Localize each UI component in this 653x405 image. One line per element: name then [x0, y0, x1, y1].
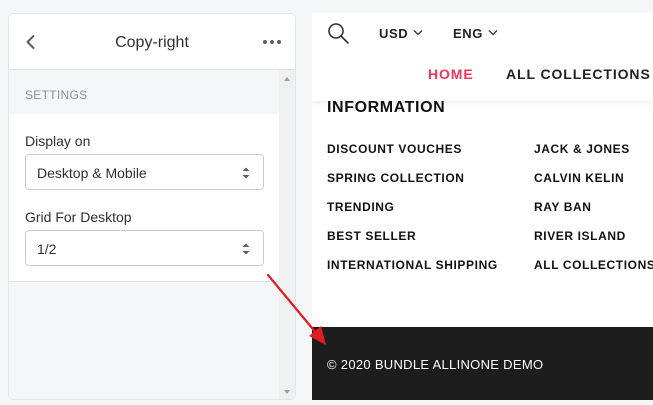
- copyright-bar: © 2020 BUNDLE ALLINONE DEMO: [312, 327, 653, 400]
- panel-header: Copy-right: [9, 14, 295, 70]
- chevron-down-icon: [413, 30, 423, 36]
- section-label: SETTINGS: [25, 88, 88, 102]
- select-arrows-icon: [242, 243, 250, 255]
- ellipsis-icon: [263, 40, 281, 44]
- panel-scrollbar[interactable]: [279, 70, 295, 399]
- display-on-value: Desktop & Mobile: [37, 165, 147, 181]
- grid-desktop-select[interactable]: 1/2: [25, 230, 264, 266]
- footer-link[interactable]: RIVER ISLAND: [534, 229, 626, 243]
- scroll-down-arrow-icon[interactable]: [282, 387, 292, 397]
- nav-all-collections[interactable]: ALL COLLECTIONS: [506, 66, 651, 82]
- grid-desktop-label: Grid For Desktop: [25, 209, 132, 225]
- information-heading: INFORMATION: [327, 99, 446, 116]
- language-selector[interactable]: ENG: [453, 26, 498, 41]
- section-settings-panel: Copy-right SETTINGS Display on Desktop &…: [8, 13, 296, 400]
- footer-link[interactable]: JACK & JONES: [534, 142, 630, 156]
- panel-title: Copy-right: [115, 34, 189, 51]
- footer-link[interactable]: CALVIN KELIN: [534, 171, 624, 185]
- footer-link[interactable]: ALL COLLECTIONS: [534, 258, 653, 272]
- grid-desktop-value: 1/2: [37, 241, 57, 257]
- store-header: USD ENG HOME ALL COLLECTIONS: [312, 13, 653, 101]
- store-preview: USD ENG HOME ALL COLLECTIONS INFORMATION…: [312, 13, 653, 400]
- footer-link[interactable]: SPRING COLLECTION: [327, 171, 465, 185]
- language-label: ENG: [453, 26, 483, 41]
- copyright-text: © 2020 BUNDLE ALLINONE DEMO: [327, 357, 544, 372]
- footer-link[interactable]: RAY BAN: [534, 200, 592, 214]
- footer-link[interactable]: INTERNATIONAL SHIPPING: [327, 258, 498, 272]
- select-arrows-icon: [242, 167, 250, 179]
- chevron-left-icon: [26, 35, 35, 49]
- footer-link[interactable]: TRENDING: [327, 200, 394, 214]
- nav-home[interactable]: HOME: [428, 66, 474, 82]
- currency-selector[interactable]: USD: [379, 26, 423, 41]
- scroll-up-arrow-icon[interactable]: [282, 74, 292, 84]
- search-icon[interactable]: [326, 21, 350, 45]
- currency-label: USD: [379, 26, 409, 41]
- display-on-select[interactable]: Desktop & Mobile: [25, 154, 264, 190]
- more-actions-button[interactable]: [261, 32, 283, 52]
- footer-link[interactable]: DISCOUNT VOUCHES: [327, 142, 462, 156]
- panel-body: SETTINGS Display on Desktop & Mobile Gri…: [9, 70, 281, 399]
- settings-card: Display on Desktop & Mobile Grid For Des…: [9, 114, 281, 282]
- display-on-label: Display on: [25, 133, 91, 149]
- chevron-down-icon: [488, 30, 498, 36]
- footer-link[interactable]: BEST SELLER: [327, 229, 416, 243]
- back-button[interactable]: [21, 32, 41, 52]
